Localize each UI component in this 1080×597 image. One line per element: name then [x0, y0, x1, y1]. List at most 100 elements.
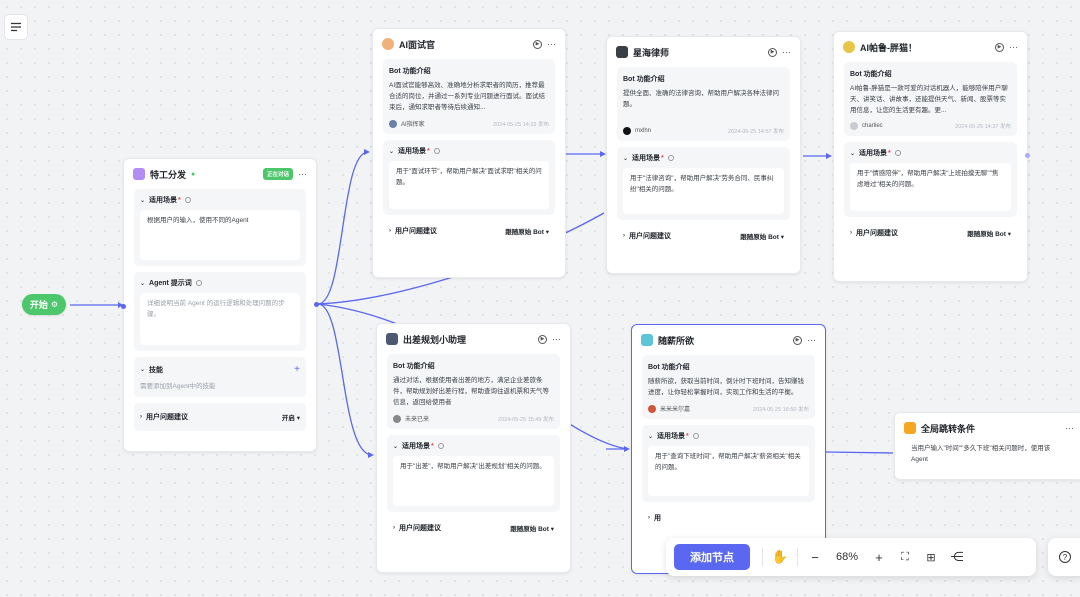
- chevron-down-icon[interactable]: ⌄: [393, 443, 398, 450]
- suggest-section[interactable]: › 用户问题建议 开启 ▾: [134, 403, 306, 431]
- lawyer-node[interactable]: 星海律师 ▶ ··· Bot 功能介绍 提供全面、准确的法律咨询，帮助用户解决各…: [606, 36, 801, 274]
- travel-title: 出差规划小助理: [403, 334, 467, 345]
- prompt-placeholder: 详细说明当前 Agent 的运行逻辑和处理问题的步骤。: [147, 300, 285, 318]
- travel-node[interactable]: 出差规划小助理 ▶ ··· Bot 功能介绍 通过对话，根据使用者出差的地方，满…: [376, 323, 571, 573]
- more-icon[interactable]: ···: [552, 334, 561, 344]
- suggest-label: 用户问题建议: [856, 230, 898, 237]
- publish-date: 2024-05-25 14:33 发布: [493, 121, 549, 128]
- author-avatar: [648, 404, 656, 413]
- lawyer-title: 星海律师: [633, 47, 670, 58]
- run-icon[interactable]: ▶: [538, 334, 547, 344]
- suggest-row[interactable]: › 用户问题建议 跟随原始 Bot ▾: [850, 228, 1011, 238]
- fit-view-icon[interactable]: ⛶: [892, 544, 918, 570]
- run-icon[interactable]: ▶: [793, 335, 802, 345]
- suggest-row[interactable]: › 用户问题建议 跟随原始 Bot ▾: [623, 231, 784, 241]
- global-jump-node[interactable]: 全局跳转条件 ··· 当用户输入"时间""多久下班"相关问题时，使用该 Agen…: [894, 412, 1080, 480]
- publish-date: 2024-05-25 14:57 发布: [728, 129, 784, 135]
- more-icon[interactable]: ···: [782, 47, 791, 57]
- more-icon[interactable]: ···: [298, 169, 307, 179]
- scenario-input[interactable]: 用于"法律咨询"，帮助用户解决"劳务合同、民事纠纷"相关的问题。: [623, 168, 784, 214]
- suggest-row[interactable]: › 用户问题建议 跟随原始 Bot ▾: [393, 523, 554, 533]
- output-port[interactable]: [1025, 153, 1030, 158]
- prompt-input[interactable]: 详细说明当前 Agent 的运行逻辑和处理问题的步骤。: [140, 293, 300, 345]
- info-icon: [437, 443, 444, 449]
- travel-avatar: [386, 333, 398, 345]
- scenario-section: ⌄ 适用场景 * 用于"面试环节"，帮助用户解决"面试求职"相关的问题。: [383, 140, 555, 215]
- info-icon: [433, 148, 440, 154]
- run-icon[interactable]: ▶: [533, 39, 542, 49]
- scenario-input[interactable]: 根据用户的输入，使用不同的Agent: [140, 210, 300, 260]
- intro-section: Bot 功能介绍 AI帕鲁-胖猫是一款可爱的对话机器人，能够陪伴用户聊天、讲笑话…: [844, 62, 1017, 136]
- info-icon: [667, 155, 674, 161]
- help-icon: ?: [1059, 551, 1071, 563]
- intro-text: 提供全面、准确的法律咨询，帮助用户解决各种法律问题。: [623, 90, 779, 108]
- dispatcher-node[interactable]: 特工分发 ● 正在对话 ··· ⌄ 适用场景 * 根据用户的输入，使用不同的Agen…: [121, 158, 319, 452]
- suggest-label: 用户问题建议: [629, 233, 671, 240]
- scenario-section: ⌄ 适用场景 * 用于"出差"，帮助用户解决"出差规划"相关的问题。: [387, 435, 560, 512]
- add-skill-icon[interactable]: +: [294, 364, 300, 375]
- menu-lines-icon: [11, 22, 21, 32]
- chevron-right-icon: ›: [393, 525, 395, 531]
- run-icon[interactable]: ▶: [768, 47, 777, 57]
- run-icon[interactable]: ▶: [995, 42, 1004, 52]
- chevron-down-icon[interactable]: ⌄: [648, 433, 653, 440]
- chevron-down-icon[interactable]: ⌄: [850, 150, 855, 157]
- more-icon[interactable]: ···: [807, 335, 816, 345]
- chevron-down-icon[interactable]: ⌄: [623, 155, 628, 162]
- publish-date: 2024-05-25 16:50 发布: [753, 406, 809, 413]
- scenario-label: 适用场景: [402, 443, 431, 450]
- more-icon[interactable]: ···: [1009, 42, 1018, 52]
- start-node[interactable]: 开始 ⚙: [22, 294, 66, 315]
- chevron-down-icon[interactable]: ⌄: [140, 366, 145, 373]
- salary-title: 随薪所欲: [658, 335, 695, 346]
- author-name: charliec: [862, 123, 883, 129]
- input-port[interactable]: [121, 304, 126, 309]
- paru-node[interactable]: AI帕鲁-胖猫！ ▶ ··· Bot 功能介绍 AI帕鲁-胖猫是一款可爱的对话机…: [833, 31, 1030, 282]
- suggest-row[interactable]: › 用户问题建议 跟随原始 Bot ▾: [389, 226, 549, 236]
- more-icon[interactable]: ···: [1065, 423, 1074, 433]
- skills-section: ⌄ 技能 + 需要添加到Agent中的技能: [134, 357, 306, 397]
- suggest-select[interactable]: 跟随原始 Bot ▾: [505, 226, 549, 236]
- dispatcher-title: 特工分发: [150, 169, 187, 180]
- more-icon[interactable]: ···: [547, 39, 556, 49]
- scenario-input[interactable]: 用于"面试环节"，帮助用户解决"面试求职"相关的问题。: [389, 161, 549, 209]
- suggest-select[interactable]: 开启 ▾: [282, 412, 300, 422]
- plus-icon[interactable]: +: [866, 544, 892, 570]
- scenario-text: 根据用户的输入，使用不同的Agent: [147, 217, 249, 224]
- author-name: 未来已来: [405, 417, 430, 423]
- intro-text: 通过对话，根据使用者出差的地方，满足企业差旅条件，帮助规划好出差行程，帮助查询往…: [393, 377, 549, 406]
- suggest-select[interactable]: 跟随原始 Bot ▾: [967, 228, 1011, 238]
- hand-icon[interactable]: ✋: [767, 544, 793, 570]
- chevron-down-icon[interactable]: ⌄: [389, 148, 394, 155]
- output-port[interactable]: [314, 302, 319, 307]
- suggest-select[interactable]: 跟随原始 Bot ▾: [740, 231, 784, 241]
- grid-layout-icon[interactable]: ⊞: [918, 544, 944, 570]
- intro-label: Bot 功能介绍: [389, 68, 431, 75]
- scenario-input[interactable]: 用于"查询下班时间"，帮助用户解决"薪资相关"相关的问题。: [648, 446, 809, 496]
- menu-button[interactable]: [4, 14, 28, 40]
- minus-icon[interactable]: −: [802, 544, 828, 570]
- chevron-down-icon[interactable]: ⌄: [140, 280, 145, 287]
- interviewer-title: AI面试官: [399, 39, 436, 50]
- add-node-button[interactable]: 添加节点: [674, 544, 750, 570]
- author-avatar: [393, 414, 401, 423]
- interviewer-node[interactable]: AI面试官 ▶ ··· Bot 功能介绍 AI面试官能够高效、准确地分析求职者的…: [372, 28, 566, 278]
- suggest-row[interactable]: › 用: [648, 513, 809, 523]
- chevron-down-icon[interactable]: ⌄: [140, 197, 145, 204]
- gear-icon: ⚙: [50, 300, 59, 309]
- scenario-input[interactable]: 用于"情感陪伴"，帮助用户解决"上班拍摸无聊""焦虑难过"相关的问题。: [850, 163, 1011, 211]
- scenario-label: 适用场景: [398, 148, 427, 155]
- collapse-icon[interactable]: ⋲: [944, 544, 970, 570]
- scenario-input[interactable]: 用于"出差"，帮助用户解决"出差规划"相关的问题。: [393, 456, 554, 506]
- help-button[interactable]: ?: [1048, 538, 1080, 576]
- chevron-right-icon: ›: [648, 515, 650, 521]
- salary-node[interactable]: 随薪所欲 ▶ ··· Bot 功能介绍 随薪所欲，获取当前时间，倒计时下班时间，…: [631, 324, 826, 574]
- author-name: AI指挥家: [401, 122, 425, 128]
- intro-text: AI面试官能够高效、准确地分析求职者的简历，推荐最合适的岗位，并通过一系列专业问…: [389, 82, 545, 111]
- salary-avatar: [641, 334, 653, 346]
- scenario-section: ⌄ 适用场景 * 用于"情感陪伴"，帮助用户解决"上班拍摸无聊""焦虑难过"相关的问…: [844, 142, 1017, 217]
- info-icon: [692, 433, 699, 439]
- canvas-toolbar: 添加节点 ✋ − 68% + ⛶ ⊞ ⋲: [666, 538, 1036, 576]
- suggest-select[interactable]: 跟随原始 Bot ▾: [510, 523, 554, 533]
- scenario-label: 适用场景: [149, 197, 178, 204]
